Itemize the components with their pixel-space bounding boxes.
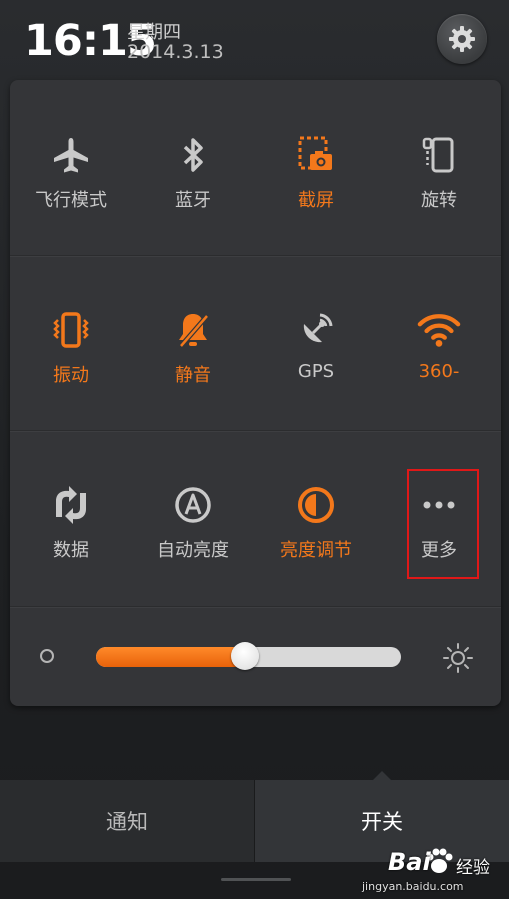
data-icon xyxy=(56,486,86,524)
toggle-mute[interactable]: 静音 xyxy=(132,255,254,386)
brightness-slider-thumb[interactable] xyxy=(231,642,259,670)
dim-icon xyxy=(40,649,54,663)
toggle-label: GPS xyxy=(297,361,335,382)
drag-handle[interactable] xyxy=(221,878,291,881)
wifi-icon xyxy=(417,314,461,347)
baidu-jingyan-watermark: Bai 经验 jingyan.baidu.com xyxy=(362,840,502,896)
toggle-label: 飞行模式 xyxy=(35,190,107,211)
settings-button[interactable] xyxy=(437,14,487,64)
mute-icon xyxy=(179,314,209,348)
date-label: 2014.3.13 xyxy=(127,41,224,63)
gps-icon xyxy=(303,313,333,343)
toggle-label: 数据 xyxy=(53,540,89,561)
notification-shade: 16:15 星期四 2014.3.13 飞行模式 蓝牙 截屏 旋转 振动 静音 … xyxy=(0,0,509,899)
toggle-label: 自动亮度 xyxy=(157,540,229,561)
toggle-label: 截屏 xyxy=(298,190,334,211)
toggle-screenshot[interactable]: 截屏 xyxy=(255,80,377,211)
gear-icon xyxy=(449,26,475,52)
toggle-label: 振动 xyxy=(53,365,89,386)
toggle-bluetooth[interactable]: 蓝牙 xyxy=(132,80,254,211)
toggle-label: 静音 xyxy=(175,365,211,386)
quick-settings-panel: 飞行模式 蓝牙 截屏 旋转 振动 静音 GPS 360- 数据 自动亮度 亮度调… xyxy=(10,80,501,706)
watermark-label: 经验 xyxy=(456,858,490,878)
toggle-label: 旋转 xyxy=(421,190,457,211)
selected-tab-indicator xyxy=(372,771,392,781)
toggle-brightness-adjust[interactable]: 亮度调节 xyxy=(255,430,377,561)
toggle-label: 360- xyxy=(418,361,460,382)
screenshot-icon xyxy=(298,136,332,170)
airplane-icon xyxy=(54,138,88,173)
bluetooth-icon xyxy=(183,138,203,172)
toggle-vibrate[interactable]: 振动 xyxy=(10,255,132,386)
toggle-label: 蓝牙 xyxy=(175,190,211,211)
toggle-gps[interactable]: GPS xyxy=(255,255,377,382)
sun-icon xyxy=(443,643,473,673)
toggle-label: 亮度调节 xyxy=(280,540,352,561)
vibrate-icon xyxy=(53,312,89,348)
brightness-adjust-icon xyxy=(298,487,334,523)
toggle-rotate[interactable]: 旋转 xyxy=(378,80,500,211)
watermark-logo-text: Bai xyxy=(388,848,431,876)
row-divider xyxy=(10,606,501,608)
brightness-slider-fill xyxy=(96,647,245,667)
toggle-wifi[interactable]: 360- xyxy=(378,255,500,382)
brightness-slider-row xyxy=(10,628,501,688)
watermark-url: jingyan.baidu.com xyxy=(362,880,464,893)
toggle-mobile-data[interactable]: 数据 xyxy=(10,430,132,561)
tab-notifications[interactable]: 通知 xyxy=(0,780,254,862)
toggle-airplane-mode[interactable]: 飞行模式 xyxy=(10,80,132,211)
rotate-icon xyxy=(422,137,454,173)
auto-brightness-icon xyxy=(175,487,211,523)
highlight-annotation-box xyxy=(407,469,479,579)
toggle-auto-brightness[interactable]: 自动亮度 xyxy=(132,430,254,561)
